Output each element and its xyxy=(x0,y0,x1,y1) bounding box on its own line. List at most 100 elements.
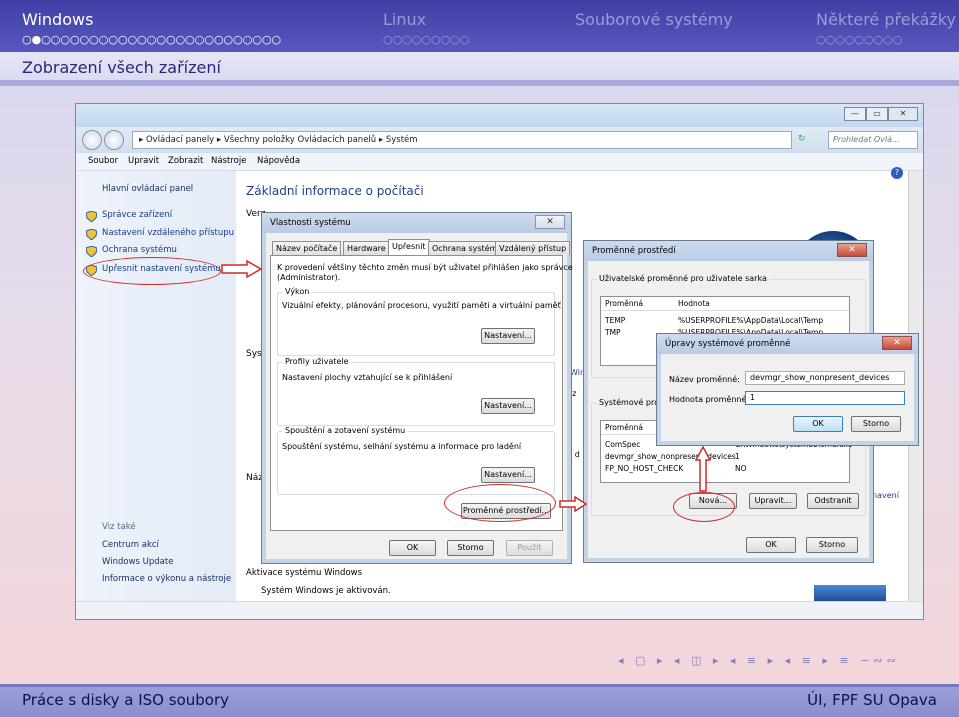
user-variables-label: Uživatelské proměnné pro uživatele sarka xyxy=(597,274,769,283)
user-profiles-label: Profily uživatele xyxy=(283,357,351,366)
col-value[interactable]: Hodnota xyxy=(678,299,710,308)
system-variables-label: Systémové pro xyxy=(597,398,662,407)
sys-row-name[interactable]: ComSpec xyxy=(605,440,640,449)
ok-button[interactable]: OK xyxy=(746,537,796,553)
status-bar xyxy=(76,601,923,619)
footer-institution: ÚI, FPF SU Opava xyxy=(807,691,937,709)
section-filesystems[interactable]: Souborové systémy xyxy=(575,10,733,29)
menu-help[interactable]: Nápověda xyxy=(257,156,300,166)
section-obstacles[interactable]: Některé překážky xyxy=(816,10,956,29)
startup-settings-button[interactable]: Nastavení... xyxy=(481,467,535,483)
highlight-env-button xyxy=(444,484,556,522)
sidebar-device-manager[interactable]: Správce zařízení xyxy=(102,210,172,220)
frame-title-bar: Zobrazení všech zařízení xyxy=(0,52,959,86)
variable-value-field[interactable]: 1 xyxy=(745,391,905,405)
environment-variables-title: Proměnné prostředí xyxy=(584,241,873,261)
frame-title: Zobrazení všech zařízení xyxy=(22,58,221,77)
cancel-button[interactable]: Storno xyxy=(851,416,901,432)
refresh-icon[interactable]: ↻ xyxy=(798,134,806,144)
slide-header: Windows Linux Souborové systémy Některé … xyxy=(0,0,959,58)
footer-title: Práce s disky a ISO soubory xyxy=(22,691,229,709)
sys-row-value[interactable]: 1 xyxy=(735,452,740,461)
back-icon[interactable] xyxy=(82,130,102,150)
close-icon[interactable]: ✕ xyxy=(882,336,912,350)
startup-recovery-label: Spouštění a zotavení systému xyxy=(283,426,408,435)
see-also-windows-update[interactable]: Windows Update xyxy=(102,557,173,567)
variable-value-label: Hodnota proměnné: xyxy=(669,395,750,404)
user-row-name[interactable]: TEMP xyxy=(605,316,625,325)
list-header: Proměnná Hodnota xyxy=(601,297,849,311)
admin-note-2: (Administrator). xyxy=(277,273,341,282)
ok-button[interactable]: OK xyxy=(793,416,843,432)
cancel-button[interactable]: Storno xyxy=(447,540,494,556)
close-icon[interactable]: ✕ xyxy=(535,215,565,229)
user-profiles-text: Nastavení plochy vztahující se k přihláš… xyxy=(282,373,453,382)
highlight-advanced-settings xyxy=(83,257,221,285)
section-linux[interactable]: Linux xyxy=(383,10,426,29)
edit-variable-button[interactable]: Upravit... xyxy=(749,493,797,509)
address-bar-row: ▸ Ovládací panely ▸ Všechny položky Ovlá… xyxy=(76,127,923,153)
sys-row-name[interactable]: FP_NO_HOST_CHECK xyxy=(605,464,683,473)
system-properties-title: Vlastnosti systému xyxy=(262,213,571,233)
delete-variable-button[interactable]: Odstranit xyxy=(807,493,859,509)
ok-button[interactable]: OK xyxy=(389,540,436,556)
tab-hardware[interactable]: Hardware xyxy=(343,241,390,255)
section-dots-windows[interactable]: ○●○○○○○○○○○○○○○○○○○○○○○○○○○ xyxy=(22,33,281,46)
performance-group: Výkon Vizuální efekty, plánování proceso… xyxy=(277,287,561,356)
profiles-settings-button[interactable]: Nastavení... xyxy=(481,398,535,414)
menu-tools[interactable]: Nástroje xyxy=(211,156,246,166)
sys-row-value[interactable]: NO xyxy=(735,464,747,473)
arrow-right-icon xyxy=(559,496,587,512)
maximize-icon[interactable]: ▭ xyxy=(866,107,888,121)
tab-remote-access[interactable]: Vzdálený přístup xyxy=(495,241,571,255)
menu-view[interactable]: Zobrazit xyxy=(168,156,203,166)
page-title: Základní informace o počítači xyxy=(246,184,424,198)
activation-title: Aktivace systému Windows xyxy=(246,568,363,578)
address-bar[interactable]: ▸ Ovládací panely ▸ Všechny položky Ovlá… xyxy=(132,131,792,149)
menu-bar: Soubor Upravit Zobrazit Nástroje Nápověd… xyxy=(76,153,923,171)
variable-name-field[interactable]: devmgr_show_nonpresent_devices xyxy=(745,371,905,385)
section-windows[interactable]: Windows xyxy=(22,10,93,29)
arrow-up-icon xyxy=(695,446,711,492)
beamer-navigation[interactable]: ◂ ▢ ▸ ◂ ◫ ▸ ◂ ≡ ▸ ◂ ≡ ▸ ≡ ∽∾∾ xyxy=(618,654,900,667)
help-icon[interactable]: ? xyxy=(891,167,903,179)
minimize-icon[interactable]: — xyxy=(844,107,866,121)
sidebar-home[interactable]: Hlavní ovládací panel xyxy=(102,184,193,194)
section-dots-linux[interactable]: ○○○○○○○○○ xyxy=(383,33,469,46)
tab-computer-name[interactable]: Název počítače xyxy=(272,241,342,255)
cancel-button[interactable]: Storno xyxy=(806,537,858,553)
edit-variable-title: Úpravy systémové proměnné xyxy=(657,334,918,354)
performance-label: Výkon xyxy=(283,287,312,296)
performance-settings-button[interactable]: Nastavení... xyxy=(481,328,535,344)
tab-advanced[interactable]: Upřesnit xyxy=(388,239,430,256)
col-name[interactable]: Proměnná xyxy=(605,423,643,432)
close-icon[interactable]: ✕ xyxy=(888,107,918,121)
performance-text: Vizuální efekty, plánování procesoru, vy… xyxy=(282,301,561,310)
section-dots-obstacles[interactable]: ○○○○○○○○○ xyxy=(816,33,902,46)
menu-file[interactable]: Soubor xyxy=(88,156,118,166)
user-profiles-group: Profily uživatele Nastavení plochy vztah… xyxy=(277,357,555,426)
genuine-logo xyxy=(814,585,886,601)
user-row-name[interactable]: TMP xyxy=(605,328,621,337)
highlight-new-button xyxy=(673,492,735,522)
apply-button[interactable]: Použít xyxy=(506,540,553,556)
sidebar-remote-access[interactable]: Nastavení vzdáleného přístupu xyxy=(102,228,234,238)
search-input[interactable]: Prohledat Ovlá... xyxy=(828,131,918,149)
sys-row-name[interactable]: devmgr_show_nonpresent_devices xyxy=(605,452,736,461)
see-also-action-center[interactable]: Centrum akcí xyxy=(102,540,159,550)
shield-icon xyxy=(85,245,98,258)
control-panel-window: — ▭ ✕ ▸ Ovládací panely ▸ Všechny položk… xyxy=(75,103,924,620)
close-icon[interactable]: ✕ xyxy=(837,243,867,257)
see-also-performance[interactable]: Informace o výkonu a nástroje xyxy=(102,574,231,584)
sidebar-system-protection[interactable]: Ochrana systému xyxy=(102,245,177,255)
tab-strip: Název počítače Hardware Upřesnit Ochrana… xyxy=(270,239,571,256)
window-titlebar: — ▭ ✕ xyxy=(76,104,923,127)
user-row-value[interactable]: %USERPROFILE%\AppData\Local\Temp xyxy=(678,316,823,325)
startup-recovery-text: Spouštění systému, selhání systému a inf… xyxy=(282,442,522,451)
menu-edit[interactable]: Upravit xyxy=(128,156,159,166)
col-name[interactable]: Proměnná xyxy=(605,299,643,308)
forward-icon[interactable] xyxy=(104,130,124,150)
change-settings-fragment[interactable]: navení xyxy=(872,491,899,500)
edit-variable-dialog: Úpravy systémové proměnné ✕ Název proměn… xyxy=(656,333,919,446)
activation-status: Systém Windows je aktivován. xyxy=(261,586,391,596)
